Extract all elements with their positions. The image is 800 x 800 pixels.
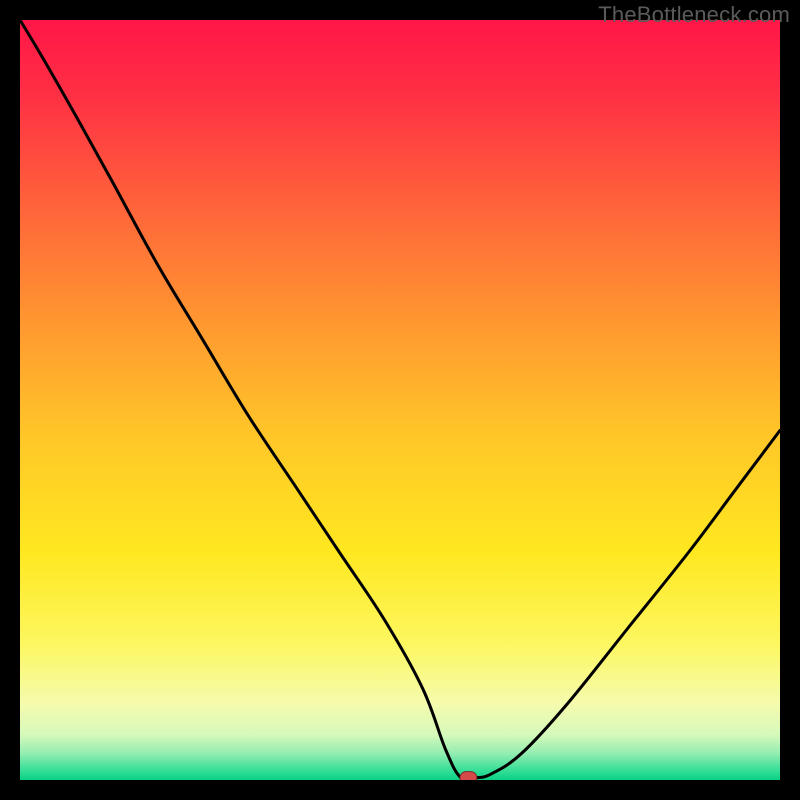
chart-container: TheBottleneck.com	[0, 0, 800, 800]
chart-svg	[20, 20, 780, 780]
watermark-text: TheBottleneck.com	[598, 2, 790, 28]
gradient-background	[20, 20, 780, 780]
plot-area	[20, 20, 780, 780]
minimum-marker	[460, 772, 477, 780]
